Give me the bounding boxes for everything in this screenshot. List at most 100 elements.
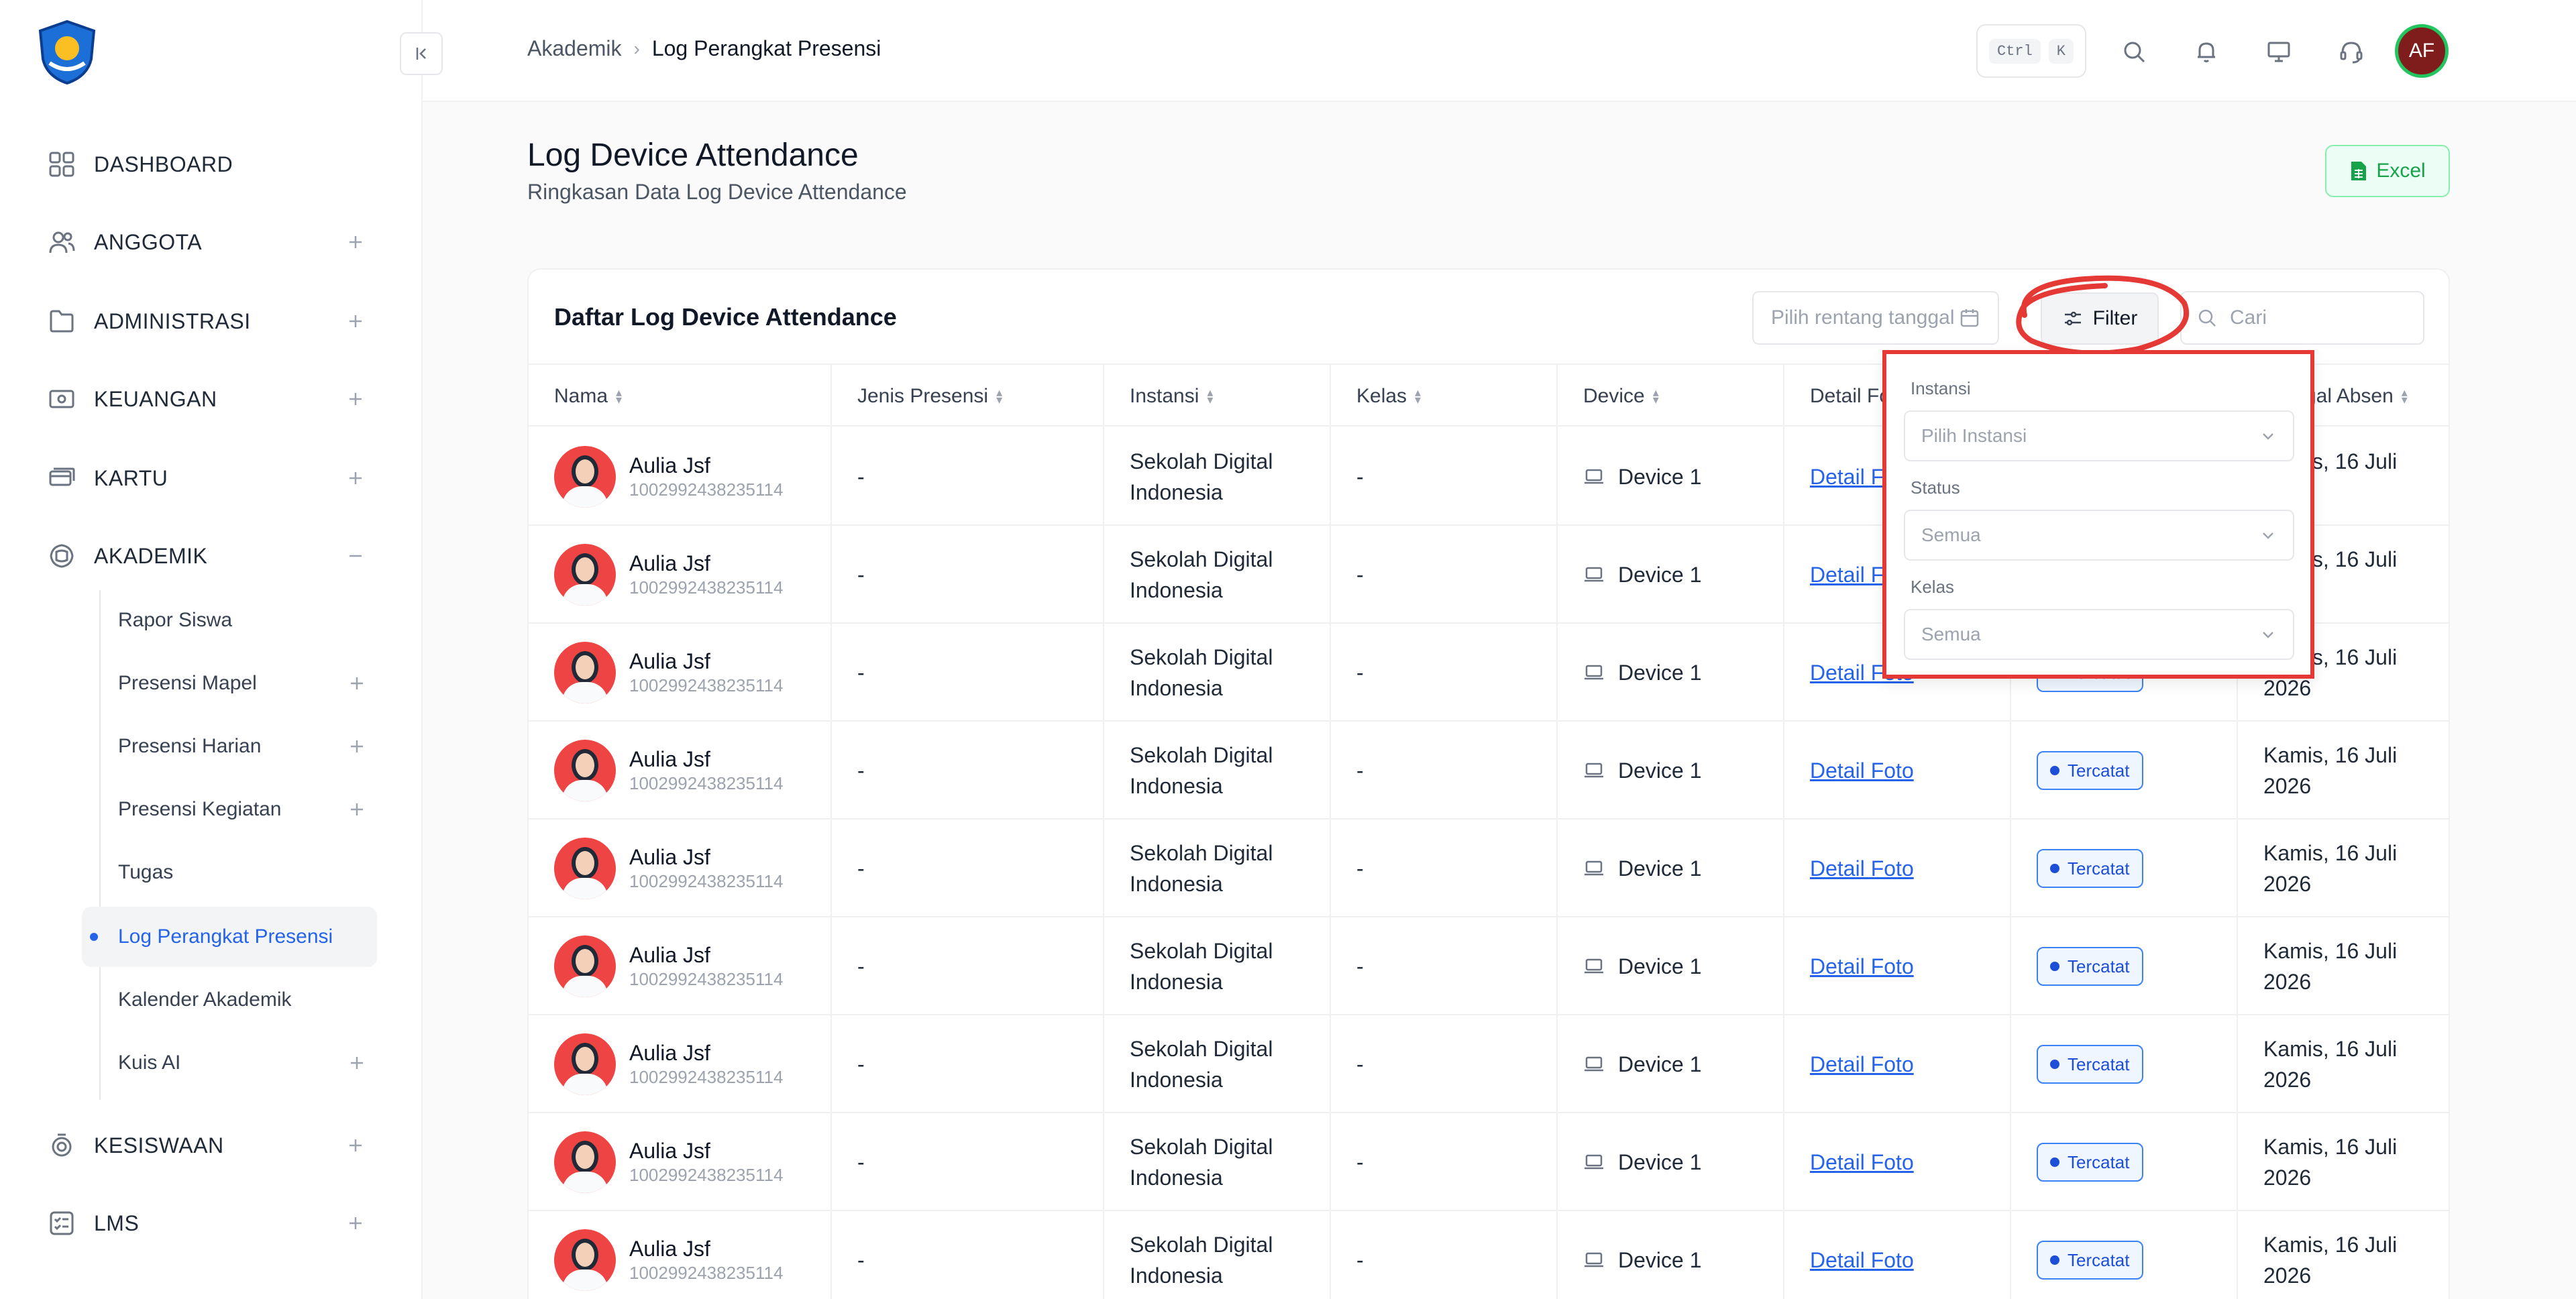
sidebar-item-label: KEUANGAN [94,386,217,411]
cell-tanggal-absen: Kamis, 16 Juli 2026 [2238,1211,2449,1299]
column-header-kelas[interactable]: Kelas ▴ ▾ [1331,365,1558,428]
sidebar: DASHBOARD ANGGOTA ADMINISTRASI KEUANGAN [0,0,423,1299]
page-title: Log Device Attendance [527,137,859,173]
filter-kelas-label: Kelas [1911,577,1955,597]
sidebar-sub-label: Kalender Akademik [118,989,292,1011]
cell-nama: Aulia Jsf 1002992438235114 [529,820,832,917]
instansi-line-2: Indonesia [1130,480,1223,504]
sidebar-item-dashboard[interactable]: DASHBOARD [47,144,369,184]
column-header-label: Jenis Presensi [857,385,989,407]
status-text: Tercatat [2068,1250,2130,1270]
tanggal-line-2: 2026 [2263,872,2312,896]
sidebar-sub-log-perangkat-presensi[interactable]: Log Perangkat Presensi [82,907,377,967]
cell-nama: Aulia Jsf 1002992438235114 [529,526,832,624]
member-name: Aulia Jsf [629,1041,710,1065]
cell-device: Device 1 [1558,722,1784,820]
filter-status-label: Status [1911,477,1960,498]
column-header-instansi[interactable]: Instansi ▴ ▾ [1104,365,1331,428]
detail-foto-link[interactable]: Detail Foto [1810,951,1914,982]
instansi-line-2: Indonesia [1130,1166,1223,1190]
command-palette-shortcut[interactable]: Ctrl K [1976,24,2086,78]
cell-kelas: - [1331,1211,1558,1299]
sidebar-item-akademik[interactable]: AKADEMIK [47,536,369,576]
student-icon [47,1131,76,1160]
sidebar-sub-presensi-harian[interactable]: Presensi Harian [82,716,377,777]
sidebar-sub-tugas[interactable]: Tugas [82,842,377,903]
search-icon[interactable] [2117,35,2151,68]
cell-device: Device 1 [1558,917,1784,1015]
member-id: 1002992438235114 [629,675,784,695]
filter-button[interactable]: Filter [2041,292,2159,345]
filter-instansi-select[interactable]: Pilih Instansi [1904,410,2294,461]
tanggal-line-1: Kamis, 16 Juli [2263,939,2398,963]
cell-kelas: - [1331,526,1558,624]
filter-dropdown: Instansi Pilih Instansi Status Semua Kel… [1882,350,2314,679]
column-header-jenis-presensi[interactable]: Jenis Presensi ▴ ▾ [832,365,1104,428]
card-title: Daftar Log Device Attendance [554,303,897,331]
instansi-line-1: Sekolah Digital [1130,939,1273,963]
avatar [554,1229,616,1291]
cell-kelas: - [1331,428,1558,526]
cell-status: Tercatat [2011,1211,2238,1299]
cell-jenis-presensi: - [832,1113,1104,1211]
filter-kelas-select[interactable]: Semua [1904,609,2294,660]
avatar [554,1131,616,1193]
export-excel-button[interactable]: Excel [2325,145,2450,197]
sidebar-collapse-button[interactable] [400,32,443,75]
cell-jenis-presensi: - [832,1211,1104,1299]
column-header-label: gal Absen [2305,385,2394,407]
column-header-device[interactable]: Device ▴ ▾ [1558,365,1784,428]
sidebar-sub-presensi-kegiatan[interactable]: Presensi Kegiatan [82,779,377,840]
search-input[interactable]: Cari [2180,291,2424,345]
sidebar-item-label: LMS [94,1210,140,1235]
breadcrumb: Akademik › Log Perangkat Presensi [527,36,881,61]
sidebar-sub-kalender-akademik[interactable]: Kalender Akademik [82,970,377,1030]
page-subtitle: Ringkasan Data Log Device Attendance [527,180,907,204]
cell-status: Tercatat [2011,1113,2238,1211]
plus-icon [343,796,370,823]
sidebar-item-label: KARTU [94,465,168,490]
detail-foto-link[interactable]: Detail Foto [1810,1245,1914,1276]
sidebar-item-keuangan[interactable]: KEUANGAN [47,379,369,419]
plus-icon [342,386,369,412]
filter-status-select[interactable]: Semua [1904,510,2294,561]
instansi-line-1: Sekolah Digital [1130,547,1273,571]
sidebar-sub-presensi-mapel[interactable]: Presensi Mapel [82,653,377,714]
instansi-line-2: Indonesia [1130,872,1223,896]
user-avatar[interactable]: AF [2395,24,2449,78]
device-name: Device 1 [1618,465,1702,489]
laptop-icon [1585,1154,1603,1170]
breadcrumb-item-akademik[interactable]: Akademik [527,36,622,61]
device-name: Device 1 [1618,1248,1702,1272]
cell-tanggal-absen: Kamis, 16 Juli 2026 [2238,1015,2449,1113]
cell-jenis-presensi: - [832,428,1104,526]
sidebar-item-anggota[interactable]: ANGGOTA [47,222,369,262]
cell-instansi: Sekolah Digital Indonesia [1104,624,1331,722]
cell-tanggal-absen: Kamis, 16 Juli 2026 [2238,722,2449,820]
sidebar-item-kesiswaan[interactable]: KESISWAAN [47,1125,369,1166]
instansi-line-2: Indonesia [1130,1263,1223,1288]
cell-instansi: Sekolah Digital Indonesia [1104,1015,1331,1113]
column-header-nama[interactable]: Nama ▴ ▾ [529,365,832,428]
sliders-icon [2064,311,2081,326]
sidebar-item-kartu[interactable]: KARTU [47,458,369,498]
sidebar-item-label: DASHBOARD [94,152,233,176]
bell-icon[interactable] [2190,35,2223,68]
table-row: Aulia Jsf 1002992438235114- Sekolah Digita… [529,1015,2449,1113]
date-range-picker[interactable]: Pilih rentang tanggal [1752,291,1999,345]
monitor-icon[interactable] [2262,35,2296,68]
sidebar-sub-rapor-siswa[interactable]: Rapor Siswa [82,590,377,651]
search-icon [2198,309,2216,327]
detail-foto-link[interactable]: Detail Foto [1810,755,1914,786]
sort-icon: ▴ ▾ [2401,386,2408,406]
sidebar-item-lms[interactable]: LMS [47,1203,369,1243]
detail-foto-link[interactable]: Detail Foto [1810,1147,1914,1178]
sidebar-sub-kuis-ai[interactable]: Kuis AI [82,1033,377,1093]
sidebar-item-administrasi[interactable]: ADMINISTRASI [47,301,369,341]
detail-foto-link[interactable]: Detail Foto [1810,1049,1914,1080]
cell-detail-foto: Detail Foto [1784,820,2011,917]
detail-foto-link[interactable]: Detail Foto [1810,853,1914,884]
cell-nama: Aulia Jsf 1002992438235114 [529,428,832,526]
cell-tanggal-absen: Kamis, 16 Juli 2026 [2238,917,2449,1015]
headset-icon[interactable] [2334,35,2368,68]
